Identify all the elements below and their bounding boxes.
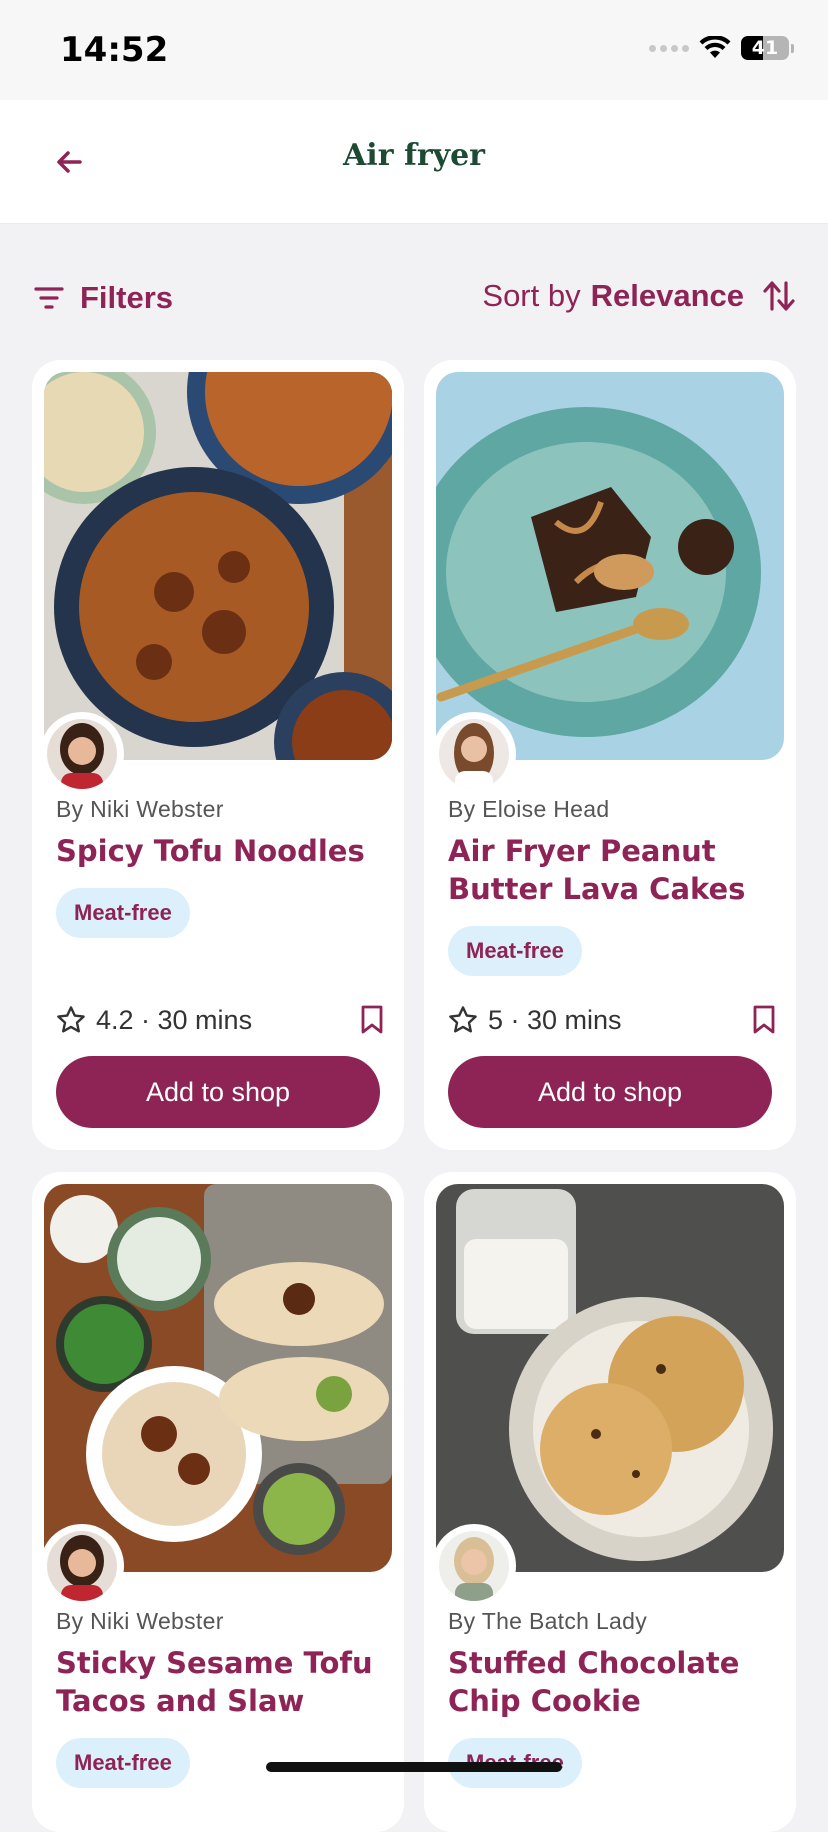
toolbar: Filters Sort by Relevance (0, 224, 828, 354)
author-avatar[interactable] (40, 712, 124, 796)
recipe-image[interactable] (44, 1184, 392, 1572)
author-avatar[interactable] (432, 712, 516, 796)
sort-value: Relevance (590, 278, 744, 313)
recipe-image[interactable] (44, 372, 392, 760)
recipe-image[interactable] (436, 372, 784, 760)
recipe-title[interactable]: Stuffed Chocolate Chip Cookie (448, 1644, 778, 1720)
nav-bar: Air fryer (0, 100, 828, 224)
star-icon (57, 1006, 85, 1033)
rating-time: 5 · 30 mins (488, 1004, 622, 1035)
filters-button[interactable]: Filters (34, 280, 173, 316)
add-to-shop-button[interactable]: Add to shop (448, 1056, 772, 1128)
sort-arrows-icon (763, 281, 795, 311)
recipe-author: By Niki Webster (56, 796, 224, 822)
recipe-meta: 5 · 30 mins (448, 1000, 776, 1040)
recipe-title[interactable]: Air Fryer Peanut Butter Lava Cakes (448, 832, 778, 908)
signal-icon (649, 44, 689, 52)
avatar-image (47, 719, 117, 789)
wifi-icon (699, 36, 731, 58)
recipe-author: By Eloise Head (448, 796, 610, 822)
recipe-card[interactable]: By Niki Webster Spicy Tofu Noodles Meat-… (32, 360, 404, 1150)
recipe-card[interactable]: By The Batch Lady Stuffed Chocolate Chip… (424, 1172, 796, 1832)
recipe-tag: Meat-free (56, 1738, 190, 1788)
recipe-title[interactable]: Sticky Sesame Tofu Tacos and Slaw (56, 1644, 386, 1720)
recipe-image[interactable] (436, 1184, 784, 1572)
battery-level: 41 (751, 37, 779, 59)
bookmark-icon[interactable] (752, 1005, 776, 1035)
tofu-tacos-image (44, 1184, 392, 1572)
author-avatar[interactable] (432, 1524, 516, 1608)
rating-time: 4.2 · 30 mins (96, 1004, 253, 1035)
recipe-author: By The Batch Lady (448, 1608, 648, 1634)
status-icons: 41 (649, 36, 794, 60)
avatar-image (439, 1531, 509, 1601)
page-title: Air fryer (343, 138, 485, 173)
status-bar: 14:52 41 (0, 0, 828, 100)
avatar-image (47, 1531, 117, 1601)
battery: 41 (741, 36, 794, 60)
add-to-shop-button[interactable]: Add to shop (56, 1056, 380, 1128)
lava-cake-image (436, 372, 784, 760)
recipe-tag: Meat-free (448, 926, 582, 976)
filter-icon (34, 287, 64, 309)
recipe-card[interactable]: By Eloise Head Air Fryer Peanut Butter L… (424, 360, 796, 1150)
sort-control[interactable]: Sort by Relevance (482, 278, 796, 314)
status-time: 14:52 (60, 30, 169, 70)
cookie-image (436, 1184, 784, 1572)
recipe-meta: 4.2 · 30 mins (56, 1000, 384, 1040)
recipe-author: By Niki Webster (56, 1608, 224, 1634)
author-avatar[interactable] (40, 1524, 124, 1608)
home-indicator (266, 1762, 562, 1772)
avatar-image (439, 719, 509, 789)
recipe-title[interactable]: Spicy Tofu Noodles (56, 832, 386, 870)
battery-icon: 41 (741, 36, 789, 60)
recipe-tag: Meat-free (56, 888, 190, 938)
noodle-bowl-image (44, 372, 392, 760)
star-icon (449, 1006, 477, 1033)
sort-prefix: Sort by (482, 278, 581, 313)
filters-label: Filters (80, 280, 174, 315)
bookmark-icon[interactable] (360, 1005, 384, 1035)
recipe-card[interactable]: By Niki Webster Sticky Sesame Tofu Tacos… (32, 1172, 404, 1832)
